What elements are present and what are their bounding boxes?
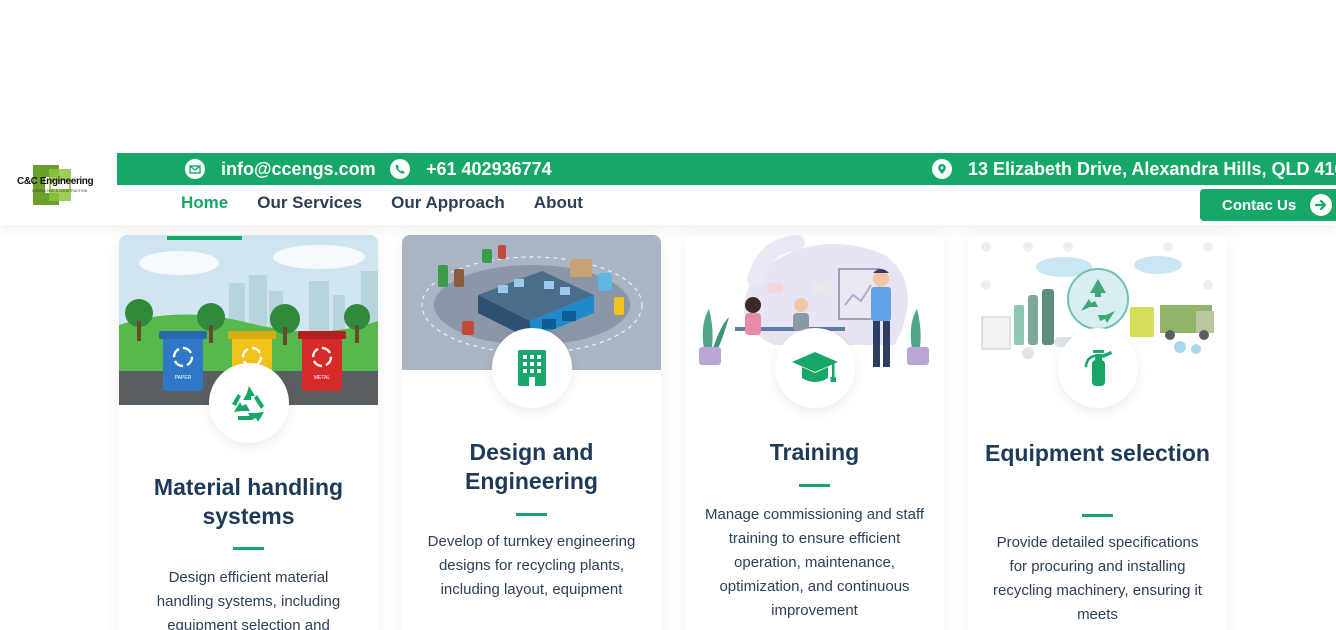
bin-paper-label: PAPER xyxy=(175,375,192,381)
phone-item[interactable]: +61 402936774 xyxy=(390,153,552,185)
email-item[interactable]: info@ccengs.com xyxy=(185,153,376,185)
active-accent-bar xyxy=(167,236,242,240)
fire-extinguisher-icon xyxy=(1058,328,1138,408)
nav-our-approach[interactable]: Our Approach xyxy=(391,193,505,213)
graduation-cap-icon xyxy=(775,328,855,408)
contact-us-label: Contac Us xyxy=(1222,196,1297,214)
location-pin-icon xyxy=(932,159,952,179)
email-text[interactable]: info@ccengs.com xyxy=(221,159,376,180)
service-card-design-engineering[interactable]: Design and Engineering Develop of turnke… xyxy=(402,235,661,630)
title-underline xyxy=(1082,514,1113,517)
bin-metal-label: METAL xyxy=(314,375,331,381)
mail-icon xyxy=(185,159,205,179)
service-card-equipment-selection[interactable]: Equipment selection Provide detailed spe… xyxy=(968,235,1227,630)
main-nav: Home Our Services Our Approach About xyxy=(181,193,583,213)
contact-info-bar: info@ccengs.com +61 402936774 13 Elizabe… xyxy=(117,153,1336,185)
phone-text[interactable]: +61 402936774 xyxy=(426,159,552,180)
card-title: Material handling systems xyxy=(153,474,344,529)
card-title: Design and Engineering xyxy=(465,439,598,494)
building-icon xyxy=(492,328,572,408)
card-title: Training xyxy=(769,439,860,465)
card-description: Develop of turnkey engineering designs f… xyxy=(427,533,636,598)
service-card-training[interactable]: Training Manage commissioning and staff … xyxy=(685,235,944,630)
title-underline xyxy=(799,484,830,487)
title-underline xyxy=(516,513,547,516)
service-card-material-handling[interactable]: PAPER METAL Material handling systems De… xyxy=(119,235,378,630)
card-title: Equipment selection xyxy=(985,440,1210,466)
logo-brand-text: C&C Engineering xyxy=(17,176,94,187)
address-item: 13 Elizabeth Drive, Alexandra Hills, QLD… xyxy=(932,153,1336,185)
phone-icon xyxy=(390,159,410,179)
logo-tagline: CONSULTING & CONSTRUCTION xyxy=(32,189,88,193)
nav-our-services[interactable]: Our Services xyxy=(257,193,362,213)
address-text: 13 Elizabeth Drive, Alexandra Hills, QLD… xyxy=(968,158,1336,179)
contact-us-button[interactable]: Contac Us xyxy=(1200,189,1336,221)
page: info@ccengs.com +61 402936774 13 Elizabe… xyxy=(0,0,1336,630)
nav-home[interactable]: Home xyxy=(181,193,228,213)
card-description: Manage commissioning and staff training … xyxy=(705,506,925,619)
company-logo[interactable]: C&C Engineering CONSULTING & CONSTRUCTIO… xyxy=(17,163,94,209)
title-underline xyxy=(233,547,264,550)
nav-about[interactable]: About xyxy=(534,193,583,213)
card-description: Provide detailed specifications for proc… xyxy=(993,534,1202,623)
recycle-icon xyxy=(209,363,289,443)
arrow-right-icon xyxy=(1310,194,1332,216)
card-description: Design efficient material handling syste… xyxy=(156,569,341,630)
